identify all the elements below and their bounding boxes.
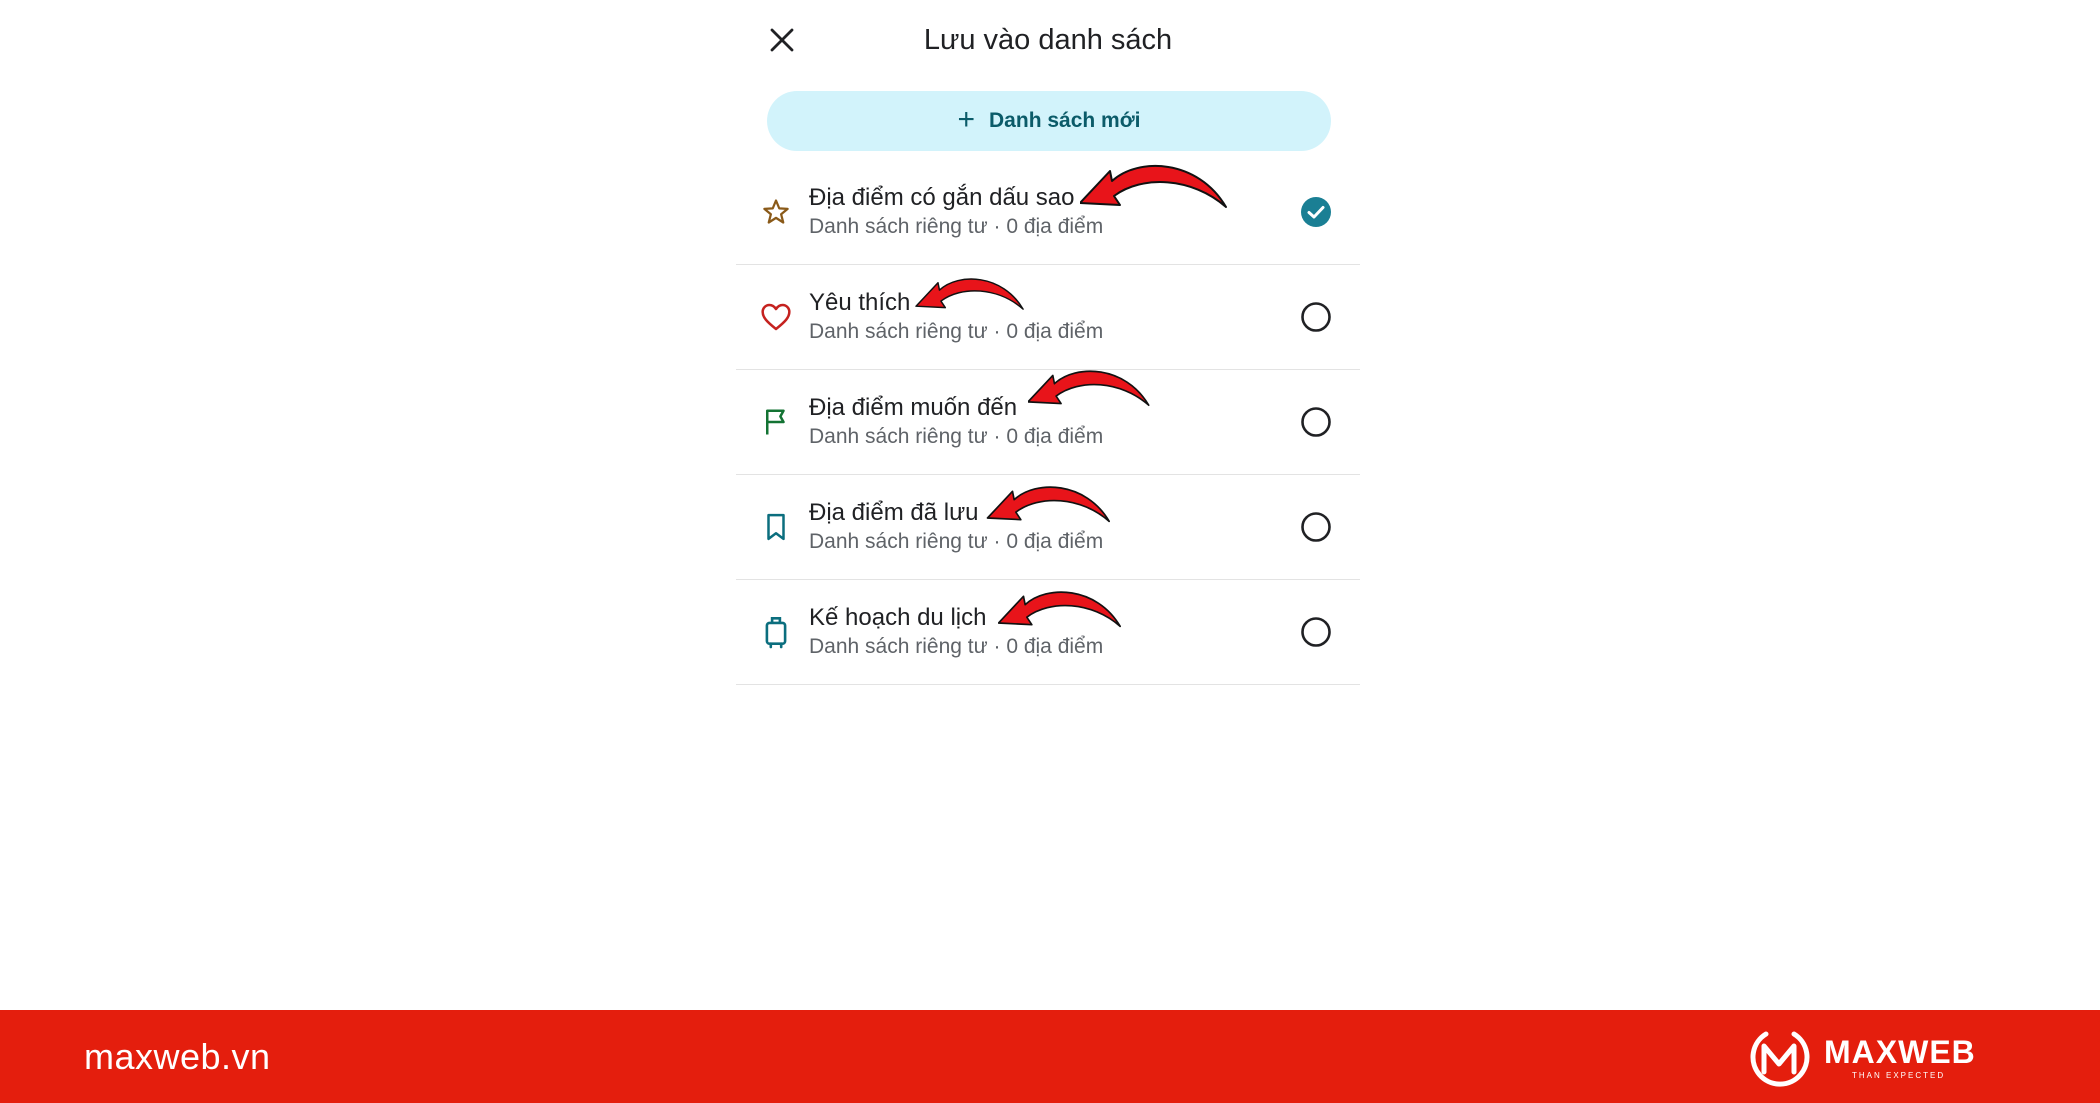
list-meta: Danh sách riêng tư · 0 địa điểm xyxy=(809,425,1104,448)
brand-tagline: THAN EXPECTED xyxy=(1852,1071,1946,1080)
list-meta: Danh sách riêng tư · 0 địa điểm xyxy=(809,320,1104,343)
list-item-favorites[interactable]: Yêu thích Danh sách riêng tư · 0 địa điể… xyxy=(736,265,1360,370)
list-meta: Danh sách riêng tư · 0 địa điểm xyxy=(809,635,1104,658)
list-item-travel-plans[interactable]: Kế hoạch du lịch Danh sách riêng tư · 0 … xyxy=(736,580,1360,685)
star-icon xyxy=(758,194,794,230)
list-meta: Danh sách riêng tư · 0 địa điểm xyxy=(809,215,1104,238)
plus-icon: + xyxy=(957,102,976,136)
radio-unchecked-icon[interactable] xyxy=(1300,301,1332,333)
list-name: Địa điểm có gắn dấu sao xyxy=(809,184,1075,211)
save-to-list-sheet: Lưu vào danh sách + Danh sách mới Địa đi… xyxy=(736,0,1360,1010)
list-name: Địa điểm muốn đến xyxy=(809,394,1018,421)
list-name: Kế hoạch du lịch xyxy=(809,604,987,631)
list-item-saved[interactable]: Địa điểm đã lưu Danh sách riêng tư · 0 đ… xyxy=(736,475,1360,580)
suitcase-icon xyxy=(758,614,794,650)
list-name: Địa điểm đã lưu xyxy=(809,499,979,526)
flag-icon xyxy=(758,404,794,440)
maxweb-logo-icon xyxy=(1750,1031,1810,1087)
radio-unchecked-icon[interactable] xyxy=(1300,406,1332,438)
checked-circle-icon[interactable] xyxy=(1300,196,1332,228)
new-list-label: Danh sách mới xyxy=(989,109,1141,132)
sheet-header: Lưu vào danh sách xyxy=(736,0,1360,80)
bookmark-icon xyxy=(758,509,794,545)
list-meta: Danh sách riêng tư · 0 địa điểm xyxy=(809,530,1104,553)
heart-icon xyxy=(758,299,794,335)
footer-banner: maxweb.vn MAXWEB THAN EXPECTED xyxy=(0,1010,2100,1103)
site-url: maxweb.vn xyxy=(84,1036,271,1077)
list-item-starred[interactable]: Địa điểm có gắn dấu sao Danh sách riêng … xyxy=(736,160,1360,265)
radio-unchecked-icon[interactable] xyxy=(1300,616,1332,648)
list-name: Yêu thích xyxy=(809,289,911,316)
page-title: Lưu vào danh sách xyxy=(923,24,1173,56)
brand-name: MAXWEB xyxy=(1824,1034,1976,1070)
new-list-button[interactable]: + Danh sách mới xyxy=(767,91,1331,151)
brand-logo: MAXWEB THAN EXPECTED xyxy=(1746,1026,1986,1088)
list-item-want-to-go[interactable]: Địa điểm muốn đến Danh sách riêng tư · 0… xyxy=(736,370,1360,475)
radio-unchecked-icon[interactable] xyxy=(1300,511,1332,543)
list-collection: Địa điểm có gắn dấu sao Danh sách riêng … xyxy=(736,160,1360,685)
